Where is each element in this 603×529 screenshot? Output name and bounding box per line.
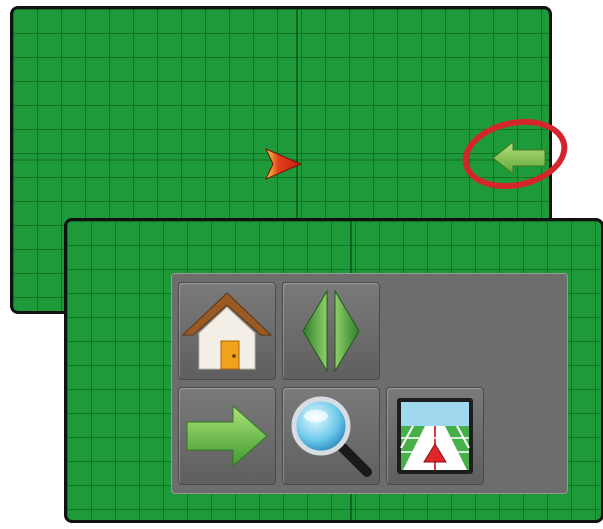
vehicle-view-icon [397, 398, 473, 474]
guidance-menu-panel [171, 273, 568, 494]
return-to-vehicle-button[interactable] [178, 387, 276, 485]
green-arrow-right-icon [186, 404, 268, 468]
magnifier-icon [291, 396, 372, 477]
vehicle-arrow-icon [264, 148, 303, 180]
house-icon [181, 292, 273, 370]
vehicle-view-button[interactable] [386, 387, 484, 485]
home-button[interactable] [178, 282, 276, 380]
pan-left-right-icon [302, 289, 360, 373]
pan-button[interactable] [282, 282, 380, 380]
guidance-screen-illustration: { "screen": { "background": "field-grid"… [0, 0, 603, 529]
zoom-button[interactable] [282, 387, 380, 485]
